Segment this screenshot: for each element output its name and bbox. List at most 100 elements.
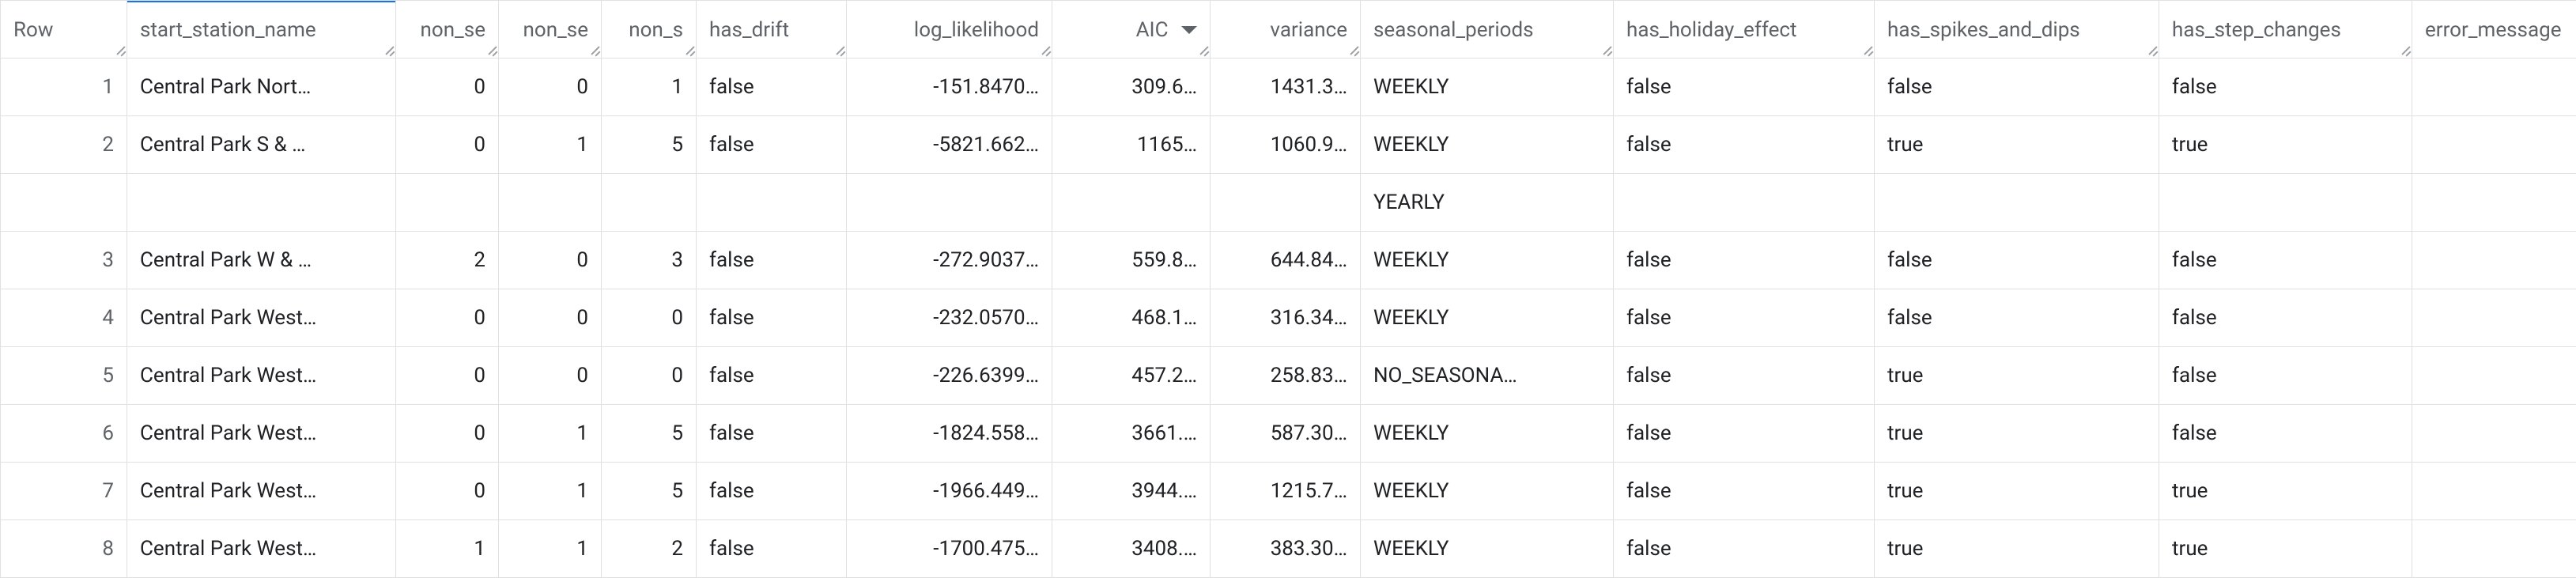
cell-has-holiday-effect: false: [1614, 289, 1875, 347]
col-header-row[interactable]: Row: [1, 1, 127, 59]
cell-error-message: [2412, 347, 2576, 405]
table-sub-row[interactable]: YEARLY: [1, 174, 2576, 232]
col-header-non-s2[interactable]: non_se: [499, 1, 602, 59]
col-header-has-holiday-effect-label: has_holiday_effect: [1626, 18, 1797, 42]
col-header-station-label: start_station_name: [140, 18, 316, 42]
cell-has-holiday-effect: false: [1614, 463, 1875, 520]
cell-has-holiday-effect: false: [1614, 59, 1875, 116]
cell-station: Central Park West…: [127, 520, 396, 578]
col-header-station[interactable]: start_station_name: [127, 1, 396, 59]
col-header-aic[interactable]: AIC: [1052, 1, 1211, 59]
resize-handle-icon[interactable]: [1861, 43, 1872, 55]
cell-variance: 258.83…: [1211, 347, 1361, 405]
resize-handle-icon[interactable]: [683, 43, 694, 55]
table-row[interactable]: 6Central Park West…015false-1824.558…366…: [1, 405, 2576, 463]
cell-variance: 1060.9…: [1211, 116, 1361, 174]
cell-has-holiday-effect: false: [1614, 116, 1875, 174]
header-row: Row start_station_name non_se non_se non…: [1, 1, 2576, 59]
resize-handle-icon[interactable]: [2399, 43, 2410, 55]
col-header-has-step-changes[interactable]: has_step_changes: [2159, 1, 2412, 59]
resize-handle-icon[interactable]: [588, 43, 599, 55]
cell-has-drift: false: [697, 520, 847, 578]
cell-non-s3: 3: [602, 232, 697, 289]
col-header-error-message-label: error_message: [2425, 18, 2561, 42]
col-header-log-likelihood[interactable]: log_likelihood: [847, 1, 1052, 59]
cell-aic: 3944.…: [1052, 463, 1211, 520]
cell-non-s3: 1: [602, 59, 697, 116]
cell-aic: 1165…: [1052, 116, 1211, 174]
cell-non-s1: [396, 174, 499, 232]
table-row[interactable]: 3Central Park W & …203false-272.9037…559…: [1, 232, 2576, 289]
cell-station: Central Park S & …: [127, 116, 396, 174]
col-header-variance-label: variance: [1270, 18, 1347, 42]
resize-handle-icon[interactable]: [383, 43, 394, 55]
cell-error-message: [2412, 232, 2576, 289]
cell-aic: 3661.…: [1052, 405, 1211, 463]
sort-desc-icon: [1181, 26, 1197, 34]
cell-has-drift: false: [697, 463, 847, 520]
cell-non-s2: 1: [499, 463, 602, 520]
col-header-aic-label: AIC: [1136, 18, 1169, 42]
cell-non-s2: 1: [499, 520, 602, 578]
table-row[interactable]: 2Central Park S & …015false-5821.662…116…: [1, 116, 2576, 174]
col-header-has-step-changes-label: has_step_changes: [2172, 18, 2341, 42]
cell-has-step-changes: false: [2159, 405, 2412, 463]
table-row[interactable]: 1Central Park Nort…001false-151.8470…309…: [1, 59, 2576, 116]
resize-handle-icon[interactable]: [833, 43, 844, 55]
table-row[interactable]: 4Central Park West…000false-232.0570…468…: [1, 289, 2576, 347]
cell-variance: 644.84…: [1211, 232, 1361, 289]
cell-row-number: 3: [1, 232, 127, 289]
col-header-error-message[interactable]: error_message: [2412, 1, 2576, 59]
cell-seasonal-periods: WEEKLY: [1361, 116, 1614, 174]
resize-handle-icon[interactable]: [485, 43, 497, 55]
cell-non-s2: 0: [499, 59, 602, 116]
cell-log-likelihood: -5821.662…: [847, 116, 1052, 174]
table-row[interactable]: 7Central Park West…015false-1966.449…394…: [1, 463, 2576, 520]
cell-seasonal-periods: WEEKLY: [1361, 59, 1614, 116]
cell-variance: 1215.7…: [1211, 463, 1361, 520]
resize-handle-icon[interactable]: [1600, 43, 1611, 55]
cell-station: Central Park West…: [127, 463, 396, 520]
cell-non-s2: 1: [499, 405, 602, 463]
table-row[interactable]: 5Central Park West…000false-226.6399…457…: [1, 347, 2576, 405]
resize-handle-icon[interactable]: [1347, 43, 1358, 55]
cell-has-spikes-and-dips: false: [1875, 289, 2159, 347]
col-header-log-likelihood-label: log_likelihood: [914, 18, 1039, 42]
cell-seasonal-periods: YEARLY: [1361, 174, 1614, 232]
col-header-non-s3-label: non_s: [629, 18, 683, 42]
col-header-non-s3[interactable]: non_s: [602, 1, 697, 59]
cell-has-step-changes: [2159, 174, 2412, 232]
cell-non-s2: 1: [499, 116, 602, 174]
cell-non-s1: 0: [396, 463, 499, 520]
cell-row-number: 5: [1, 347, 127, 405]
col-header-has-drift[interactable]: has_drift: [697, 1, 847, 59]
cell-variance: 1431.3…: [1211, 59, 1361, 116]
cell-row-number: [1, 174, 127, 232]
col-header-variance[interactable]: variance: [1211, 1, 1361, 59]
resize-handle-icon[interactable]: [114, 43, 125, 55]
cell-has-drift: false: [697, 232, 847, 289]
resize-handle-icon[interactable]: [1039, 43, 1050, 55]
cell-has-spikes-and-dips: true: [1875, 347, 2159, 405]
cell-non-s1: 0: [396, 59, 499, 116]
cell-error-message: [2412, 59, 2576, 116]
cell-log-likelihood: [847, 174, 1052, 232]
resize-handle-icon[interactable]: [1197, 43, 1208, 55]
cell-station: Central Park Nort…: [127, 59, 396, 116]
col-header-seasonal-periods[interactable]: seasonal_periods: [1361, 1, 1614, 59]
cell-log-likelihood: -272.9037…: [847, 232, 1052, 289]
cell-log-likelihood: -151.8470…: [847, 59, 1052, 116]
col-header-has-holiday-effect[interactable]: has_holiday_effect: [1614, 1, 1875, 59]
col-header-has-spikes-and-dips[interactable]: has_spikes_and_dips: [1875, 1, 2159, 59]
cell-has-step-changes: true: [2159, 116, 2412, 174]
cell-row-number: 4: [1, 289, 127, 347]
cell-has-step-changes: false: [2159, 289, 2412, 347]
cell-error-message: [2412, 289, 2576, 347]
resize-handle-icon[interactable]: [2146, 43, 2157, 55]
cell-non-s3: 2: [602, 520, 697, 578]
col-header-non-s1-label: non_se: [421, 18, 485, 42]
col-header-non-s1[interactable]: non_se: [396, 1, 499, 59]
col-header-has-drift-label: has_drift: [709, 18, 789, 42]
cell-row-number: 7: [1, 463, 127, 520]
table-row[interactable]: 8Central Park West…112false-1700.475…340…: [1, 520, 2576, 578]
